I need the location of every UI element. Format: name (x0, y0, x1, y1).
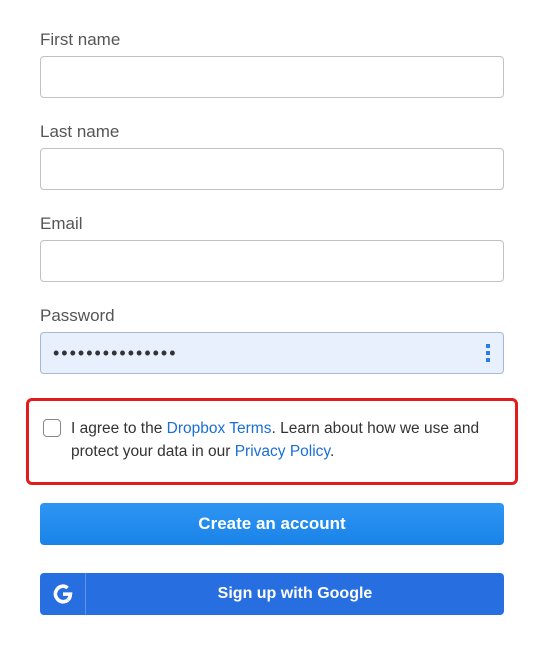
email-group: Email (40, 214, 504, 282)
privacy-policy-link[interactable]: Privacy Policy (235, 443, 330, 460)
terms-row: I agree to the Dropbox Terms. Learn abou… (43, 417, 501, 464)
create-account-button[interactable]: Create an account (40, 503, 504, 545)
password-group: Password (40, 306, 504, 374)
dropbox-terms-link[interactable]: Dropbox Terms (167, 420, 272, 437)
google-signup-button[interactable]: Sign up with Google (40, 573, 504, 615)
first-name-input[interactable] (40, 56, 504, 98)
password-wrapper (40, 332, 504, 374)
google-icon (40, 573, 86, 615)
last-name-group: Last name (40, 122, 504, 190)
terms-checkbox[interactable] (43, 419, 61, 437)
email-label: Email (40, 214, 504, 234)
terms-text-end: . (330, 443, 334, 460)
password-label: Password (40, 306, 504, 326)
terms-text: I agree to the Dropbox Terms. Learn abou… (71, 417, 501, 464)
email-input[interactable] (40, 240, 504, 282)
password-manager-icon[interactable] (486, 344, 490, 362)
terms-highlight-box: I agree to the Dropbox Terms. Learn abou… (26, 398, 518, 485)
terms-text-part1: I agree to the (71, 420, 167, 437)
google-signup-label: Sign up with Google (86, 585, 504, 603)
first-name-label: First name (40, 30, 504, 50)
last-name-label: Last name (40, 122, 504, 142)
last-name-input[interactable] (40, 148, 504, 190)
password-input[interactable] (40, 332, 504, 374)
first-name-group: First name (40, 30, 504, 98)
signup-form: First name Last name Email Password I ag… (40, 30, 504, 615)
